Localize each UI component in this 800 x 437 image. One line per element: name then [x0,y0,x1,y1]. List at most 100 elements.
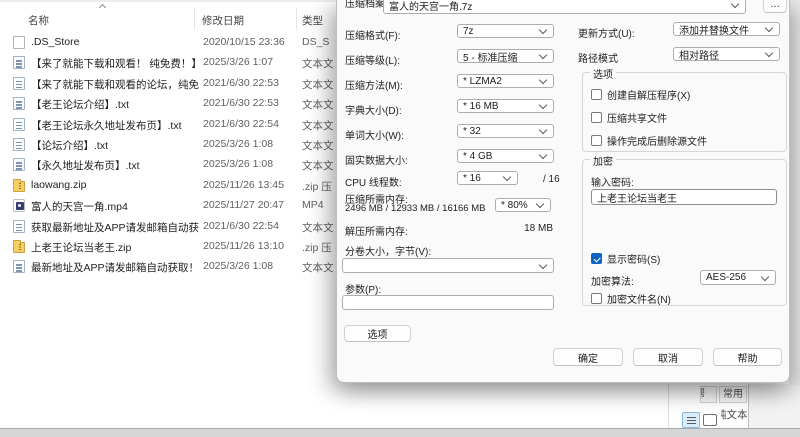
file-type: DS_S [302,36,330,48]
file-date: 2025/11/27 20:47 [203,199,284,212]
file-row[interactable]: 【老王论坛介绍】.txt 2021/6/30 22:53 文本文 [0,94,336,114]
sort-ascending-icon[interactable] [98,3,107,12]
option-checkbox[interactable]: 创建自解压程序(X) [591,87,690,102]
encrypt-filenames-checkbox[interactable]: 加密文件名(N) [591,291,671,306]
field-label: 压缩等级(L): [345,56,400,67]
encryption-group: 加密 输入密码: 上老王论坛当老王 显示密码(S) 加密算法: AES-256 … [582,153,787,306]
column-header-date[interactable]: 修改日期 [202,13,244,28]
options-group-title: 选项 [590,66,616,81]
password-value: 上老王论坛当老王 [597,193,677,205]
file-row[interactable]: 获取最新地址及APP请发邮箱自动获取.txt 2021/6/30 22:54 文本文 [0,217,336,237]
txt-file-icon [13,137,26,151]
txt-file-icon [13,260,26,274]
field-select[interactable]: * 4 GB [457,149,554,163]
file-name: 富人的天宫一角.mp4 [31,201,128,214]
field-select[interactable]: * 32 [457,124,554,138]
option-checkbox[interactable]: 操作完成后删除源文件 [591,133,707,148]
path-mode-select[interactable]: 相对路径 [673,47,780,62]
file-file-icon [13,36,26,49]
show-password-checkbox[interactable]: 显示密码(S) [591,251,660,266]
cancel-button[interactable]: 取消 [633,348,703,366]
file-row[interactable]: 【永久地址发布页】.txt 2025/3/26 1:08 文本文 [0,155,336,175]
help-button[interactable]: 帮助 [713,348,782,366]
txt-file-icon [13,219,26,233]
cpu-threads-max: / 16 [543,174,560,185]
txt-file-icon [13,97,26,111]
path-mode-label: 路径模式 [578,54,618,65]
file-row[interactable]: laowang.zip 2025/11/26 13:45 .zip 压 [0,176,336,196]
encryption-method-label: 加密算法: [591,277,634,288]
ok-button[interactable]: 确定 [553,348,623,366]
parameters-input[interactable] [342,295,554,310]
browse-button[interactable]: … [763,0,787,13]
update-mode-select[interactable]: 添加并替换文件 [673,22,780,37]
file-type: 文本文 [302,139,334,152]
file-row[interactable]: 【来了就能下载和观看！ 纯免费！】.txt 2025/3/26 1:07 文本文 [0,53,336,73]
file-row[interactable]: 【论坛介绍】.txt 2025/3/26 1:08 文本文 [0,135,336,155]
thumbnail-view-icon[interactable] [703,414,717,426]
file-name: laowang.zip [31,178,87,191]
field-label: 压缩方法(M): [345,81,403,92]
file-type: 文本文 [302,262,334,275]
file-name: 【老王论坛介绍】.txt [31,99,130,112]
field-select[interactable]: 7z [457,24,554,38]
file-name: 最新地址及APP请发邮箱自动获取！！！.... [31,262,199,275]
column-header-type[interactable]: 类型 [302,13,323,28]
password-input[interactable]: 上老王论坛当老王 [591,189,777,205]
checkbox-icon [591,293,602,304]
option-checkbox[interactable]: 压缩共享文件 [591,110,667,125]
file-type: MP4 [302,199,324,212]
file-name: 获取最新地址及APP请发邮箱自动获取.txt [31,221,199,234]
file-row[interactable]: 最新地址及APP请发邮箱自动获取！！！.... 2025/3/26 1:08 文本文 [0,257,336,277]
memory-percent-select[interactable]: * 80% [495,198,551,212]
file-row[interactable]: 【老王论坛永久地址发布页】.txt 2021/6/30 22:54 文本文 [0,115,336,135]
column-separator[interactable] [296,8,297,30]
update-mode-label: 更新方式(U): [578,29,635,40]
cpu-threads-select[interactable]: * 16 [457,171,518,185]
checkbox-icon [591,112,602,123]
field-label: 固实数据大小: [345,156,408,167]
file-type: 文本文 [302,119,334,132]
archive-name-input[interactable]: 富人的天宫一角.7z [383,0,746,14]
checkbox-checked-icon [591,253,602,264]
file-name: 【永久地址发布页】.txt [31,160,140,173]
file-date: 2021/6/30 22:54 [203,117,279,130]
ribbon-tab-changyong[interactable]: 常用 [719,386,747,403]
file-name: 【来了就能下载和观看！ 纯免费！】.txt [31,58,199,71]
file-type: 文本文 [302,99,334,112]
field-select[interactable]: * LZMA2 [457,74,554,88]
field-select[interactable]: 5 - 标准压缩 [457,49,554,64]
file-row[interactable]: 【来了就能下载和观看的论坛，纯免费！ ... 2021/6/30 22:53 文本文 [0,74,336,94]
txt-file-icon [13,76,26,90]
field-label: 压缩格式(F): [345,31,401,42]
cpu-threads-label: CPU 线程数: [345,178,402,189]
ribbon-tab-partial[interactable]: 帮 [700,386,717,403]
field-select[interactable]: * 16 MB [457,99,554,113]
background-window-edge [748,384,749,428]
background-window-edge [668,384,669,428]
file-list: .DS_Store 2020/10/15 23:36 DS_S 【来了就能下载和观看！… [0,33,336,278]
file-date: 2025/3/26 1:08 [203,137,274,150]
volume-size-input[interactable] [342,258,554,273]
file-type: 文本文 [302,78,334,91]
details-view-icon[interactable] [682,412,700,428]
screen: 名称 修改日期 类型 .DS_Store 2020/10/15 23:36 DS_S… [0,0,800,437]
txt-file-icon [13,56,26,70]
file-row[interactable]: 上老王论坛当老王.zip 2025/11/26 13:10 .zip 压 [0,237,336,257]
column-header-name[interactable]: 名称 [28,13,49,28]
file-date: 2025/3/26 1:08 [203,260,274,273]
file-type: .zip 压 [302,241,332,254]
explorer-bottom-bar [0,428,800,437]
file-type: 文本文 [302,160,334,173]
archive-name-value: 富人的天宫一角.7z [389,1,473,13]
column-separator[interactable] [194,8,195,30]
volume-size-label: 分卷大小，字节(V): [345,247,432,258]
file-name: 【来了就能下载和观看的论坛，纯免费！ ... [31,78,199,91]
encryption-method-select[interactable]: AES-256 [700,270,776,285]
file-date: 2025/11/26 13:45 [203,178,284,191]
file-row[interactable]: 富人的天宫一角.mp4 2025/11/27 20:47 MP4 [0,196,336,216]
file-row[interactable]: .DS_Store 2020/10/15 23:36 DS_S [0,33,336,53]
decompress-memory-value: 18 MB [524,223,553,234]
file-type: 文本文 [302,221,334,234]
options-button[interactable]: 选项 [344,325,411,342]
